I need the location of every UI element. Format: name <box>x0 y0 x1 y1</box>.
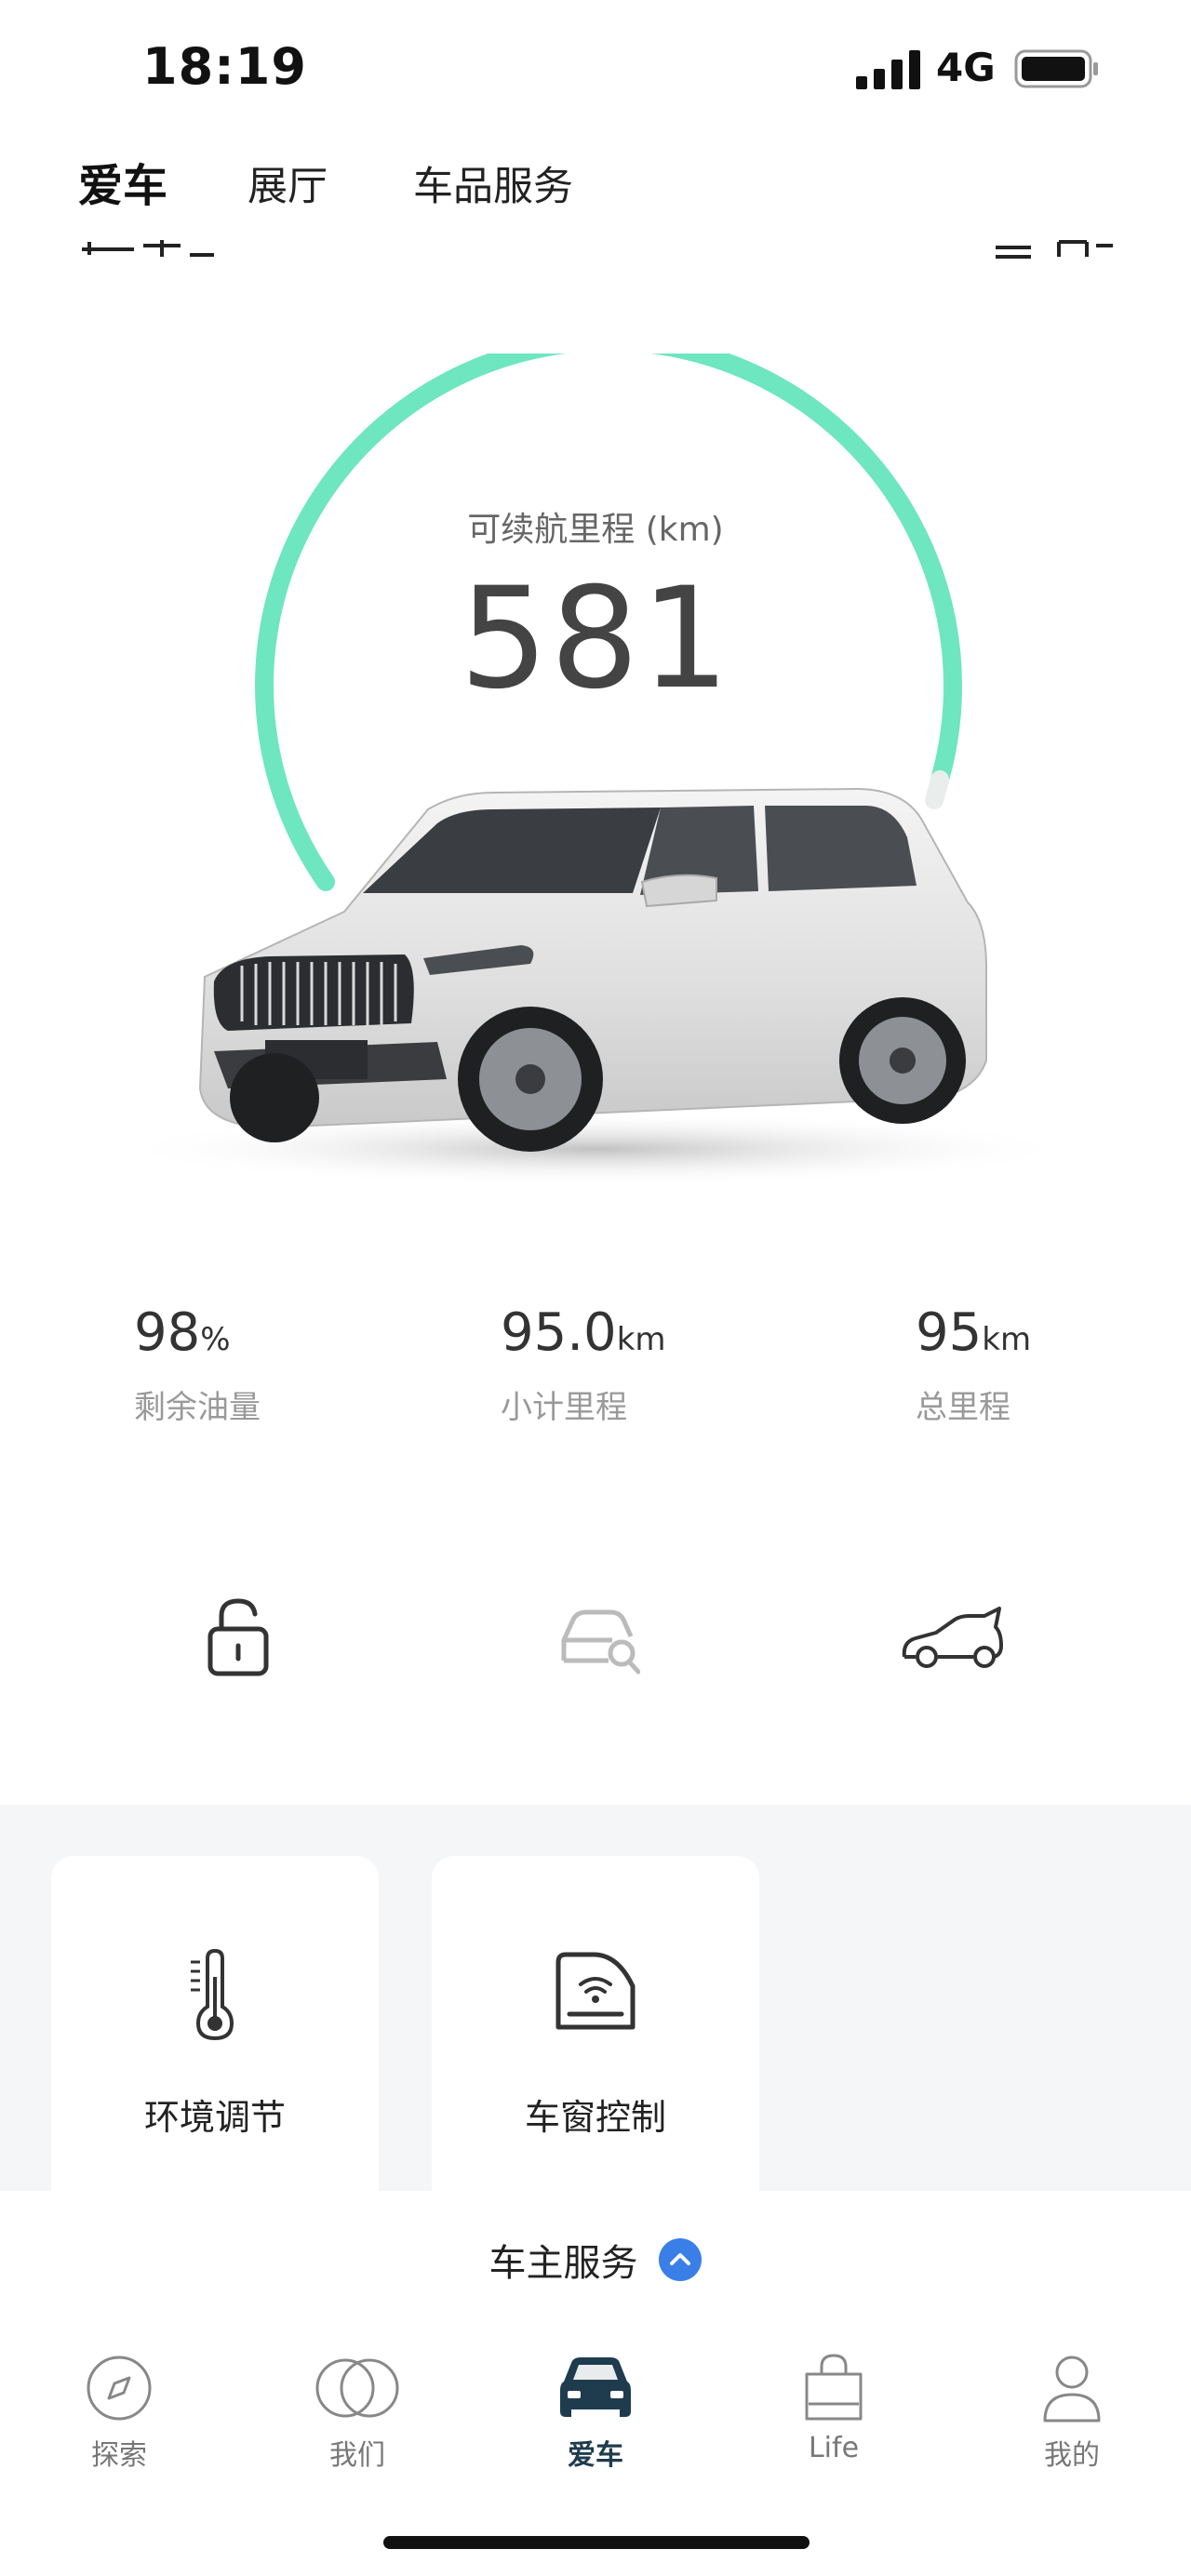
home-indicator <box>383 2536 810 2549</box>
status-time: 18:19 <box>142 37 307 96</box>
car-trunk-icon[interactable] <box>899 1595 1003 1679</box>
stat-odometer-value: 95 <box>916 1302 983 1363</box>
stat-odometer-label: 总里程 <box>916 1389 1010 1426</box>
range-label: 可续航里程 (km) <box>467 511 724 549</box>
nav-profile-label: 我的 <box>1044 2439 1100 2472</box>
nav-explore-label: 探索 <box>91 2439 147 2472</box>
nav-my-car-label: 爱车 <box>568 2439 623 2472</box>
stat-fuel[interactable]: 98% 剩余油量 <box>134 1302 261 1427</box>
nav-life[interactable]: Life <box>759 2354 908 2464</box>
stat-odometer[interactable]: 95km 总里程 <box>916 1302 1031 1427</box>
range-value: 581 <box>459 558 732 720</box>
owner-service-toggle[interactable]: 车主服务 <box>0 2233 1191 2298</box>
feature-card-window[interactable]: 车窗控制 <box>432 1856 759 2191</box>
stat-trip[interactable]: 95.0km 小计里程 <box>501 1302 666 1427</box>
feature-card-climate[interactable]: 环境调节 <box>51 1856 379 2191</box>
tab-my-car[interactable]: 爱车 <box>78 149 167 214</box>
status-bar: 18:19 4G <box>0 0 1191 140</box>
stat-trip-label: 小计里程 <box>501 1389 627 1426</box>
car-image[interactable] <box>102 781 1089 1209</box>
circles-icon <box>315 2358 399 2418</box>
person-icon <box>1043 2356 1101 2423</box>
nav-us-label: 我们 <box>329 2439 385 2472</box>
stat-trip-value: 95.0 <box>501 1302 617 1363</box>
signal-icon <box>856 50 920 89</box>
clipped-text-right <box>996 240 1113 259</box>
feature-climate-label: 环境调节 <box>143 2097 286 2138</box>
front-wheel <box>458 1007 603 1152</box>
top-tab-bar: 爱车 展厅 车品服务 <box>0 149 1191 223</box>
nav-us[interactable]: 我们 <box>283 2354 432 2473</box>
owner-service-label: 车主服务 <box>488 2242 638 2285</box>
tab-car-products[interactable]: 车品服务 <box>413 154 573 212</box>
network-type: 4G <box>936 45 996 90</box>
vehicle-stats: 98% 剩余油量 95.0km 小计里程 95km 总里程 <box>0 1302 1191 1451</box>
car-search-icon[interactable] <box>556 1595 640 1679</box>
clipped-header-row <box>0 233 1191 260</box>
nav-explore[interactable]: 探索 <box>45 2354 194 2473</box>
stat-fuel-label: 剩余油量 <box>134 1389 261 1426</box>
tab-showroom[interactable]: 展厅 <box>248 154 328 212</box>
unlock-icon[interactable] <box>203 1595 274 1679</box>
clipped-text-left <box>82 240 214 257</box>
stat-trip-unit: km <box>616 1321 666 1358</box>
car-icon <box>560 2357 631 2417</box>
bottom-nav: 探索 我们 爱车 Life 我的 <box>0 2354 1191 2484</box>
nav-profile[interactable]: 我的 <box>997 2354 1146 2473</box>
car-window-icon <box>555 1952 636 2030</box>
nav-life-label: Life <box>808 2432 860 2464</box>
compass-icon <box>87 2356 152 2421</box>
shopping-bag-icon <box>805 2354 863 2421</box>
feature-section: 环境调节 车窗控制 <box>0 1805 1191 2191</box>
rear-wheel <box>839 997 966 1124</box>
stat-fuel-value: 98 <box>134 1302 201 1363</box>
stat-fuel-unit: % <box>200 1321 231 1358</box>
battery-icon <box>1014 49 1098 88</box>
thermometer-icon <box>191 1949 234 2041</box>
stat-odometer-unit: km <box>982 1321 1032 1358</box>
feature-window-label: 车窗控制 <box>524 2097 666 2138</box>
chevron-up-icon[interactable] <box>658 2237 703 2282</box>
nav-my-car[interactable]: 爱车 <box>521 2354 670 2473</box>
